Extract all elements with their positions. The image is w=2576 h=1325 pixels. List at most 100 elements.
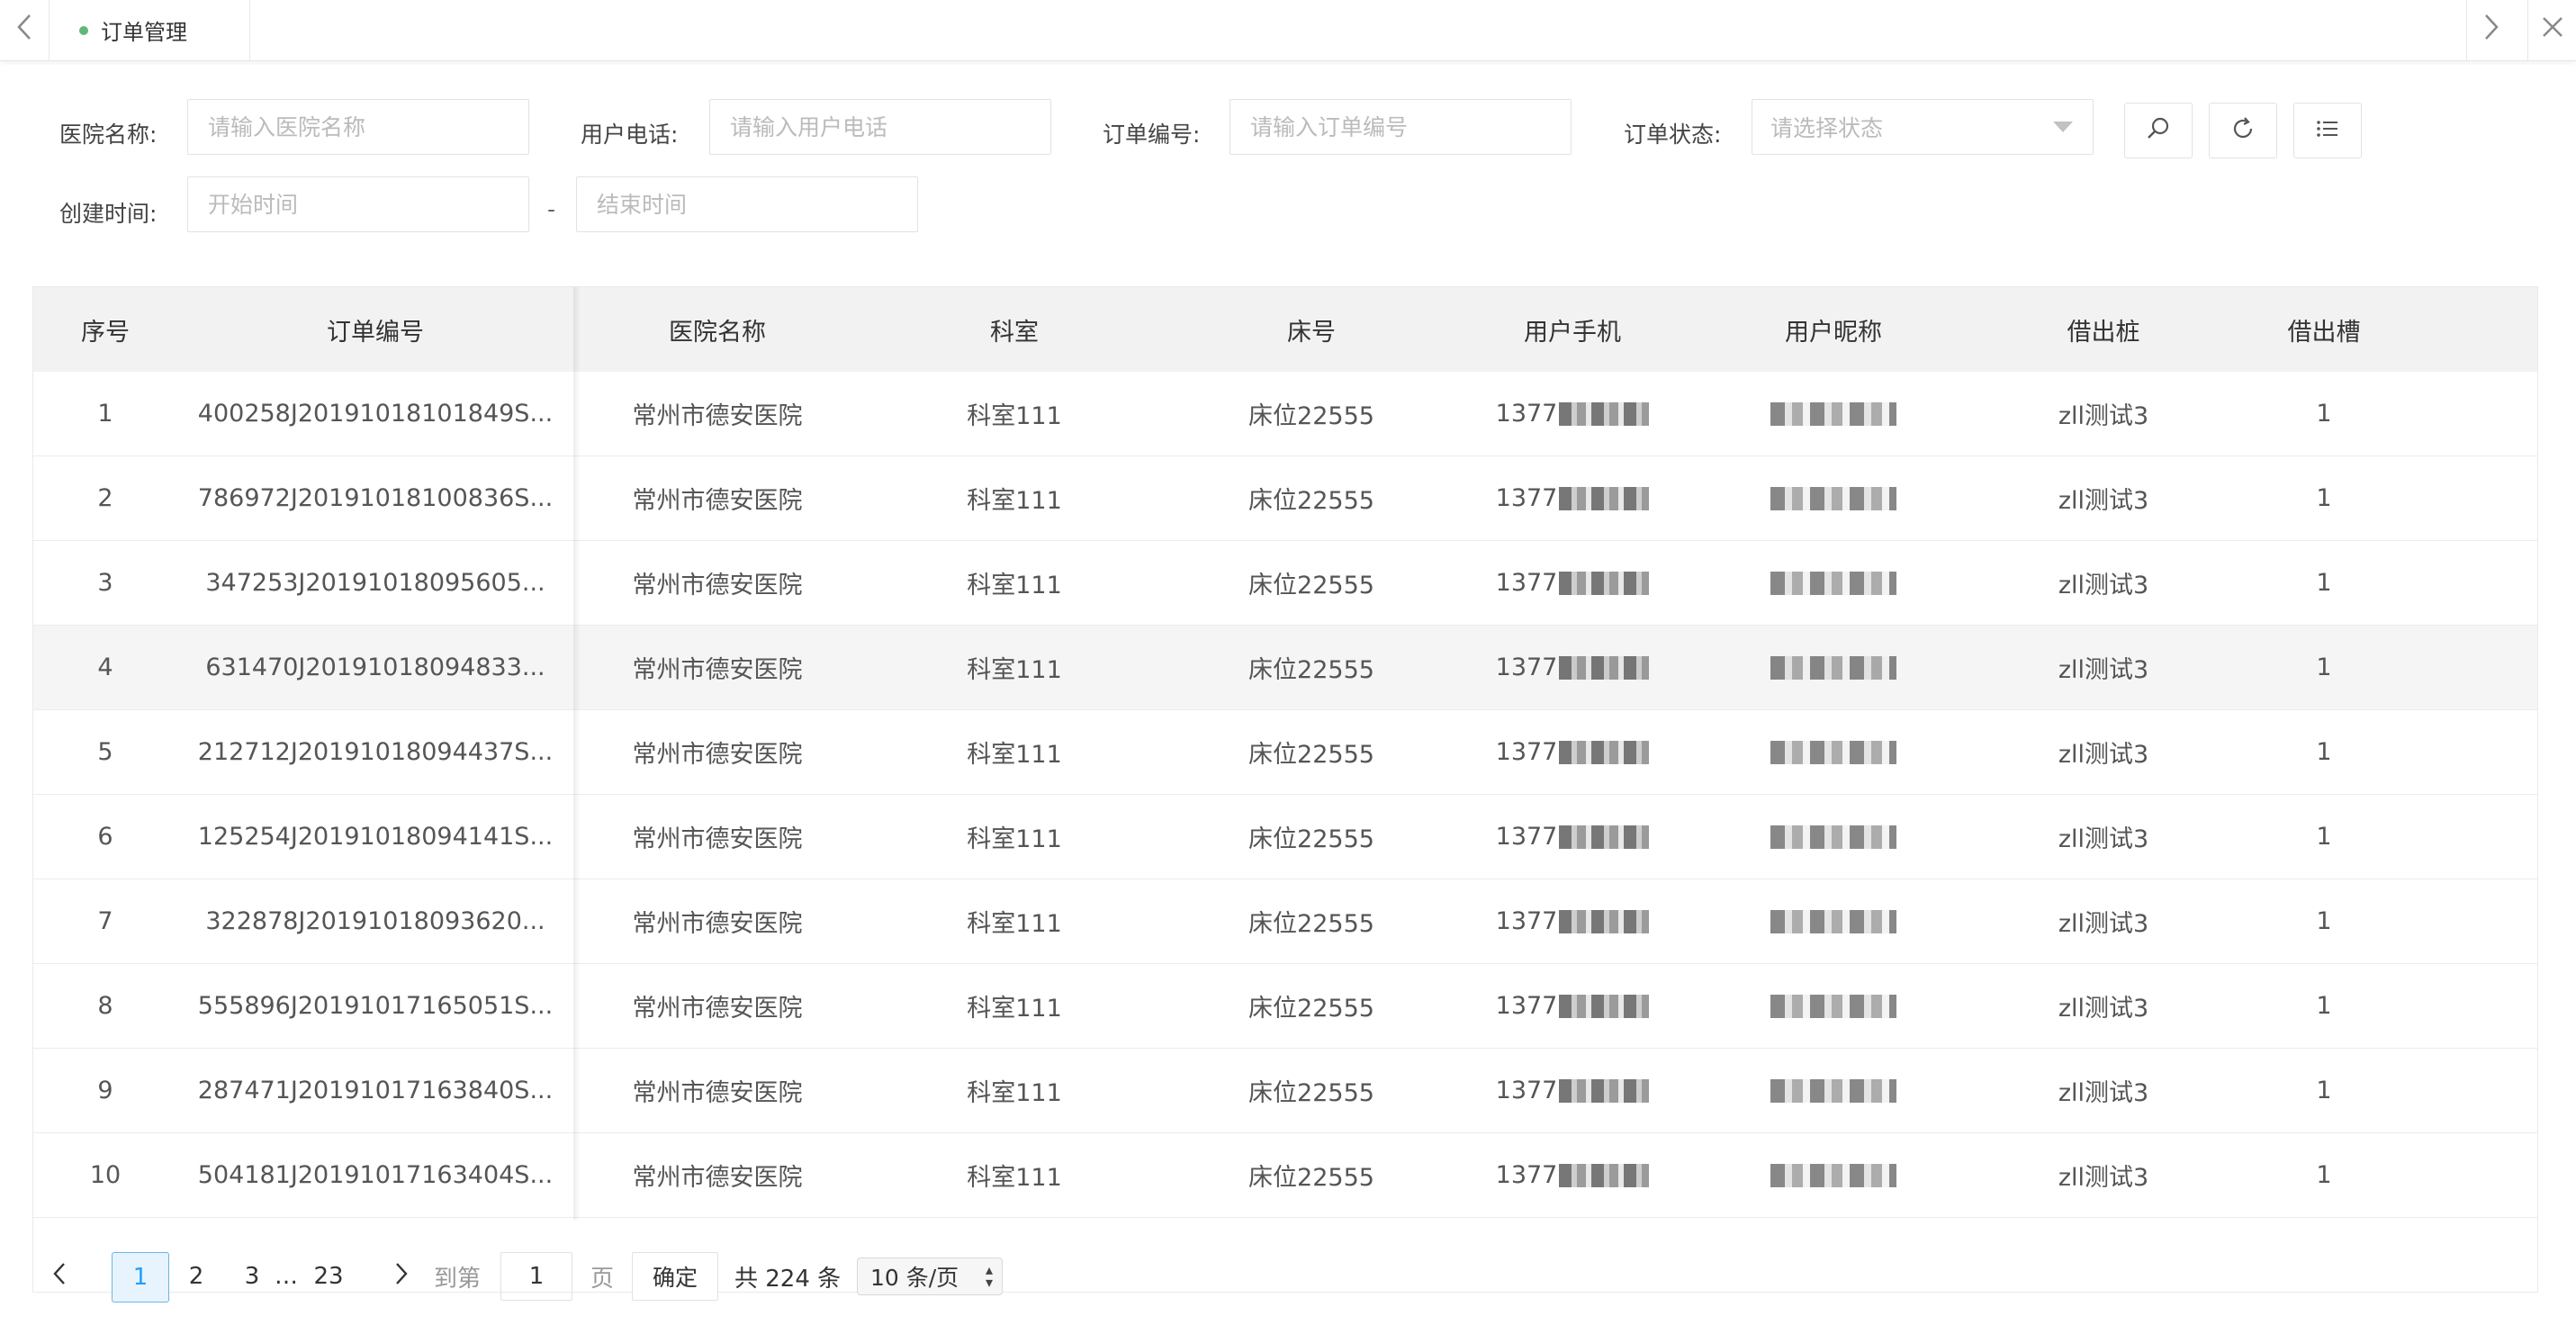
chevron-left-icon [51, 1261, 68, 1293]
status-select-placeholder: 请选择状态 [1770, 115, 1884, 141]
col-hospital[interactable]: 医院名称 [573, 287, 861, 372]
redacted-nickname [1770, 1163, 1896, 1187]
table-row[interactable]: 3 347253J20191018095605... 常州市德安医院 科室111 床位2… [33, 541, 2537, 626]
page-23-button[interactable]: 23 [308, 1252, 349, 1301]
cell-hospital: 常州市德安医院 [632, 572, 803, 599]
goto-page-input[interactable]: 1 [500, 1252, 572, 1301]
col-pile[interactable]: 借出桩 [1977, 287, 2229, 372]
cell-department: 科室111 [967, 1079, 1062, 1107]
col-phone[interactable]: 用户手机 [1455, 287, 1689, 372]
redacted-nickname [1770, 909, 1896, 933]
page-2-button[interactable]: 2 [178, 1252, 214, 1301]
table-row[interactable]: 7 322878J20191018093620... 常州市德安医院 科室111 床位2… [33, 879, 2537, 964]
hospital-input-field[interactable] [206, 113, 528, 141]
redacted-nickname [1770, 655, 1896, 680]
redacted-nickname [1770, 994, 1896, 1018]
start-time-field[interactable] [206, 190, 528, 219]
cell-order-no: 786972J20191018100836S... [197, 484, 554, 512]
page-size-select[interactable]: 10 条/页 ▴ ▾ [857, 1257, 1003, 1295]
page-3-button[interactable]: 3 [234, 1252, 270, 1301]
cell-order-no: 504181J20191017163404S... [197, 1161, 554, 1189]
cell-slot: 1 [2316, 1161, 2332, 1189]
redacted-phone [1559, 825, 1650, 849]
order-no-input-field[interactable] [1248, 113, 1571, 141]
phone-label: 用户电话: [581, 122, 679, 148]
cell-bed: 床位22555 [1248, 572, 1374, 599]
col-index[interactable]: 序号 [33, 287, 177, 372]
cell-hospital: 常州市德安医院 [632, 487, 803, 515]
tab-bar: 订单管理 [0, 0, 2576, 61]
cell-department: 科室111 [967, 402, 1062, 430]
updown-arrows-icon: ▴ ▾ [985, 1261, 993, 1291]
table-row[interactable]: 8 555896J20191017165051S... 常州市德安医院 科室111 床位… [33, 964, 2537, 1049]
tab-prev-button[interactable] [0, 0, 50, 60]
cell-slot: 1 [2316, 569, 2332, 597]
end-time-field[interactable] [595, 190, 917, 219]
table-row[interactable]: 4 631470J20191018094833... 常州市德安医院 科室111 床位2… [33, 626, 2537, 710]
table-row[interactable]: 1 400258J20191018101849S... 常州市德安医院 科室111 床位… [33, 372, 2537, 456]
col-bed[interactable]: 床号 [1167, 287, 1455, 372]
cell-slot: 1 [2316, 484, 2332, 512]
cell-order-no: 347253J20191018095605... [205, 569, 545, 597]
table-row[interactable]: 2 786972J20191018100836S... 常州市德安医院 科室111 床位… [33, 456, 2537, 541]
refresh-button[interactable] [2209, 103, 2277, 158]
phone-input-field[interactable] [728, 113, 1050, 141]
tab-close-button[interactable] [2527, 0, 2576, 60]
cell-department: 科室111 [967, 1164, 1062, 1192]
redacted-nickname [1770, 825, 1896, 849]
table-row[interactable]: 9 287471J20191017163840S... 常州市德安医院 科室111 床位… [33, 1049, 2537, 1133]
table-row[interactable]: 6 125254J20191018094141S... 常州市德安医院 科室111 床位… [33, 795, 2537, 879]
cell-slot: 1 [2316, 1077, 2332, 1104]
col-order-no[interactable]: 订单编号 [177, 287, 573, 372]
redacted-phone [1559, 486, 1650, 510]
cell-hospital: 常州市德安医院 [632, 1079, 803, 1107]
cell-slot: 1 [2316, 823, 2332, 851]
cell-hospital: 常州市德安医院 [632, 741, 803, 769]
tab-order-management[interactable]: 订单管理 [50, 0, 250, 60]
phone-prefix: 1377 [1495, 992, 1558, 1020]
created-time-label: 创建时间: [59, 201, 158, 227]
phone-input[interactable] [709, 99, 1051, 155]
cell-department: 科室111 [967, 741, 1062, 769]
cell-order-no: 322878J20191018093620... [205, 907, 545, 935]
cell-nickname [1689, 372, 1977, 455]
cell-hospital: 常州市德安医院 [632, 656, 803, 684]
end-time-input[interactable] [576, 176, 918, 232]
hospital-input[interactable] [187, 99, 529, 155]
cell-pile: zll测试3 [2058, 487, 2149, 515]
status-select[interactable]: 请选择状态 [1752, 99, 2094, 155]
col-slot[interactable]: 借出槽 [2229, 287, 2418, 372]
cell-order-no: 631470J20191018094833... [205, 653, 545, 681]
cell-slot: 1 [2316, 738, 2332, 766]
cell-nickname [1689, 710, 1977, 794]
cell-index: 9 [97, 1077, 113, 1104]
col-nickname[interactable]: 用户昵称 [1689, 287, 1977, 372]
cell-nickname [1689, 1133, 1977, 1217]
column-list-button[interactable] [2293, 103, 2362, 158]
cell-bed: 床位22555 [1248, 995, 1374, 1023]
next-page-button[interactable] [383, 1252, 419, 1301]
start-time-input[interactable] [187, 176, 529, 232]
order-no-label: 订单编号: [1103, 122, 1201, 148]
search-button[interactable] [2124, 103, 2193, 158]
goto-confirm-button[interactable]: 确定 [632, 1252, 718, 1301]
cell-phone: 1377 [1455, 372, 1689, 455]
redacted-phone [1559, 740, 1650, 764]
order-no-input[interactable] [1229, 99, 1572, 155]
table-row[interactable]: 10 504181J20191017163404S... 常州市德安医院 科室111 床… [33, 1133, 2537, 1218]
cell-order-no: 400258J20191018101849S... [197, 400, 554, 428]
chevron-right-icon [2481, 12, 2501, 50]
redacted-nickname [1770, 1078, 1896, 1103]
cell-pile: zll测试3 [2058, 995, 2149, 1023]
cell-slot: 1 [2316, 992, 2332, 1020]
prev-page-button[interactable] [41, 1252, 77, 1301]
col-department[interactable]: 科室 [861, 287, 1167, 372]
page-unit-label: 页 [590, 1265, 615, 1293]
page-1-button[interactable]: 1 [112, 1252, 169, 1302]
cell-bed: 床位22555 [1248, 825, 1374, 853]
cell-order-no: 287471J20191017163840S... [197, 1077, 554, 1104]
cell-index: 1 [97, 400, 113, 428]
table-row[interactable]: 5 212712J20191018094437S... 常州市德安医院 科室111 床位… [33, 710, 2537, 795]
tab-next-button[interactable] [2466, 0, 2516, 60]
cell-pile: zll测试3 [2058, 825, 2149, 853]
